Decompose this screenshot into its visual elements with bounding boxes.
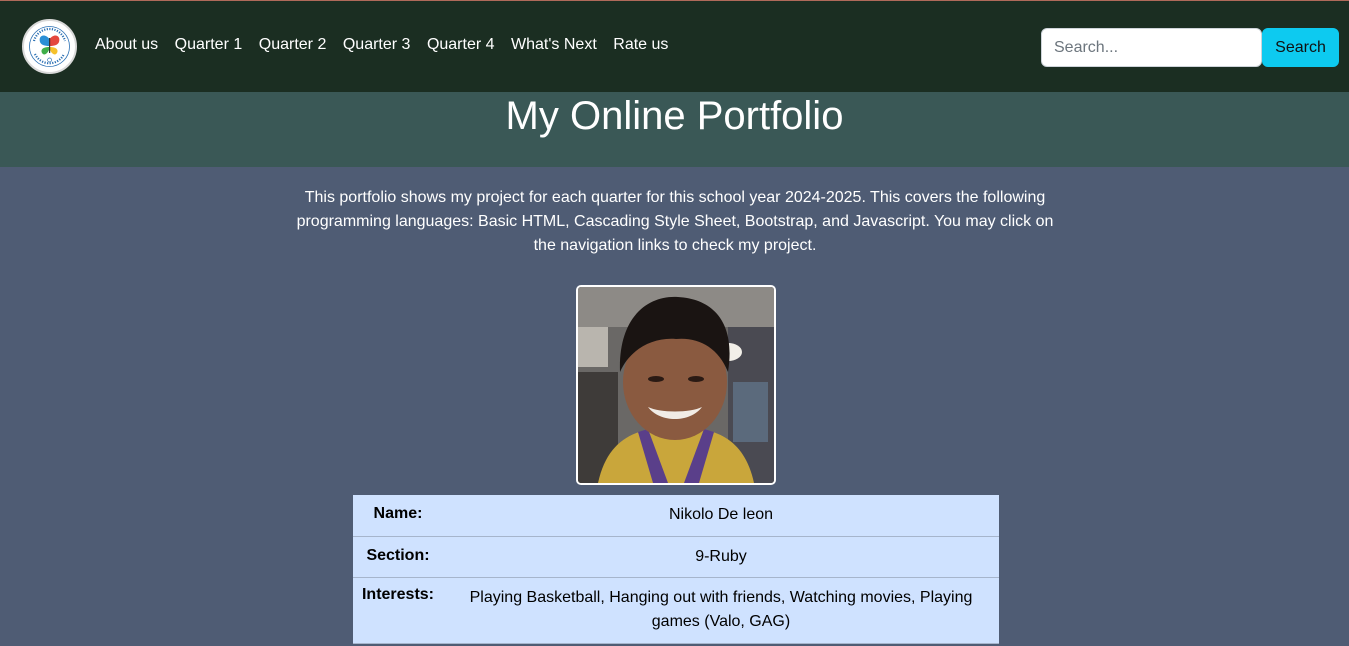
search-input[interactable] [1041, 28, 1262, 67]
section-label: Section: [353, 536, 443, 578]
nav-link-rate-us[interactable]: Rate us [613, 36, 668, 54]
profile-photo-image [578, 287, 774, 483]
navbar: About us Quarter 1 Quarter 2 Quarter 3 Q… [0, 1, 1349, 92]
intro-paragraph: This portfolio shows my project for each… [296, 189, 1054, 254]
table-row: Name: Nikolo De leon [353, 495, 999, 537]
interests-value: Playing Basketball, Hanging out with fri… [443, 577, 999, 644]
nav-link-quarter-2[interactable]: Quarter 2 [259, 36, 327, 54]
nav-links: About us Quarter 1 Quarter 2 Quarter 3 Q… [95, 36, 685, 54]
nav-link-quarter-4[interactable]: Quarter 4 [427, 36, 495, 54]
butterfly-logo-icon [25, 22, 74, 71]
name-value: Nikolo De leon [443, 495, 999, 537]
page-title: My Online Portfolio [505, 94, 844, 138]
nav-link-about-us[interactable]: About us [95, 36, 158, 54]
hero-banner: My Online Portfolio [0, 92, 1349, 167]
school-logo[interactable] [22, 19, 77, 74]
interests-label: Interests: [353, 577, 443, 644]
table-row: Section: 9-Ruby [353, 536, 999, 578]
search-button[interactable]: Search [1262, 28, 1339, 67]
nav-link-whats-next[interactable]: What's Next [511, 36, 597, 54]
profile-photo [576, 285, 776, 485]
profile-info-table: Name: Nikolo De leon Section: 9-Ruby Int… [353, 495, 999, 644]
nav-link-quarter-3[interactable]: Quarter 3 [343, 36, 411, 54]
name-label: Name: [353, 495, 443, 537]
section-value: 9-Ruby [443, 536, 999, 578]
table-row: Interests: Playing Basketball, Hanging o… [353, 577, 999, 644]
nav-link-quarter-1[interactable]: Quarter 1 [175, 36, 243, 54]
